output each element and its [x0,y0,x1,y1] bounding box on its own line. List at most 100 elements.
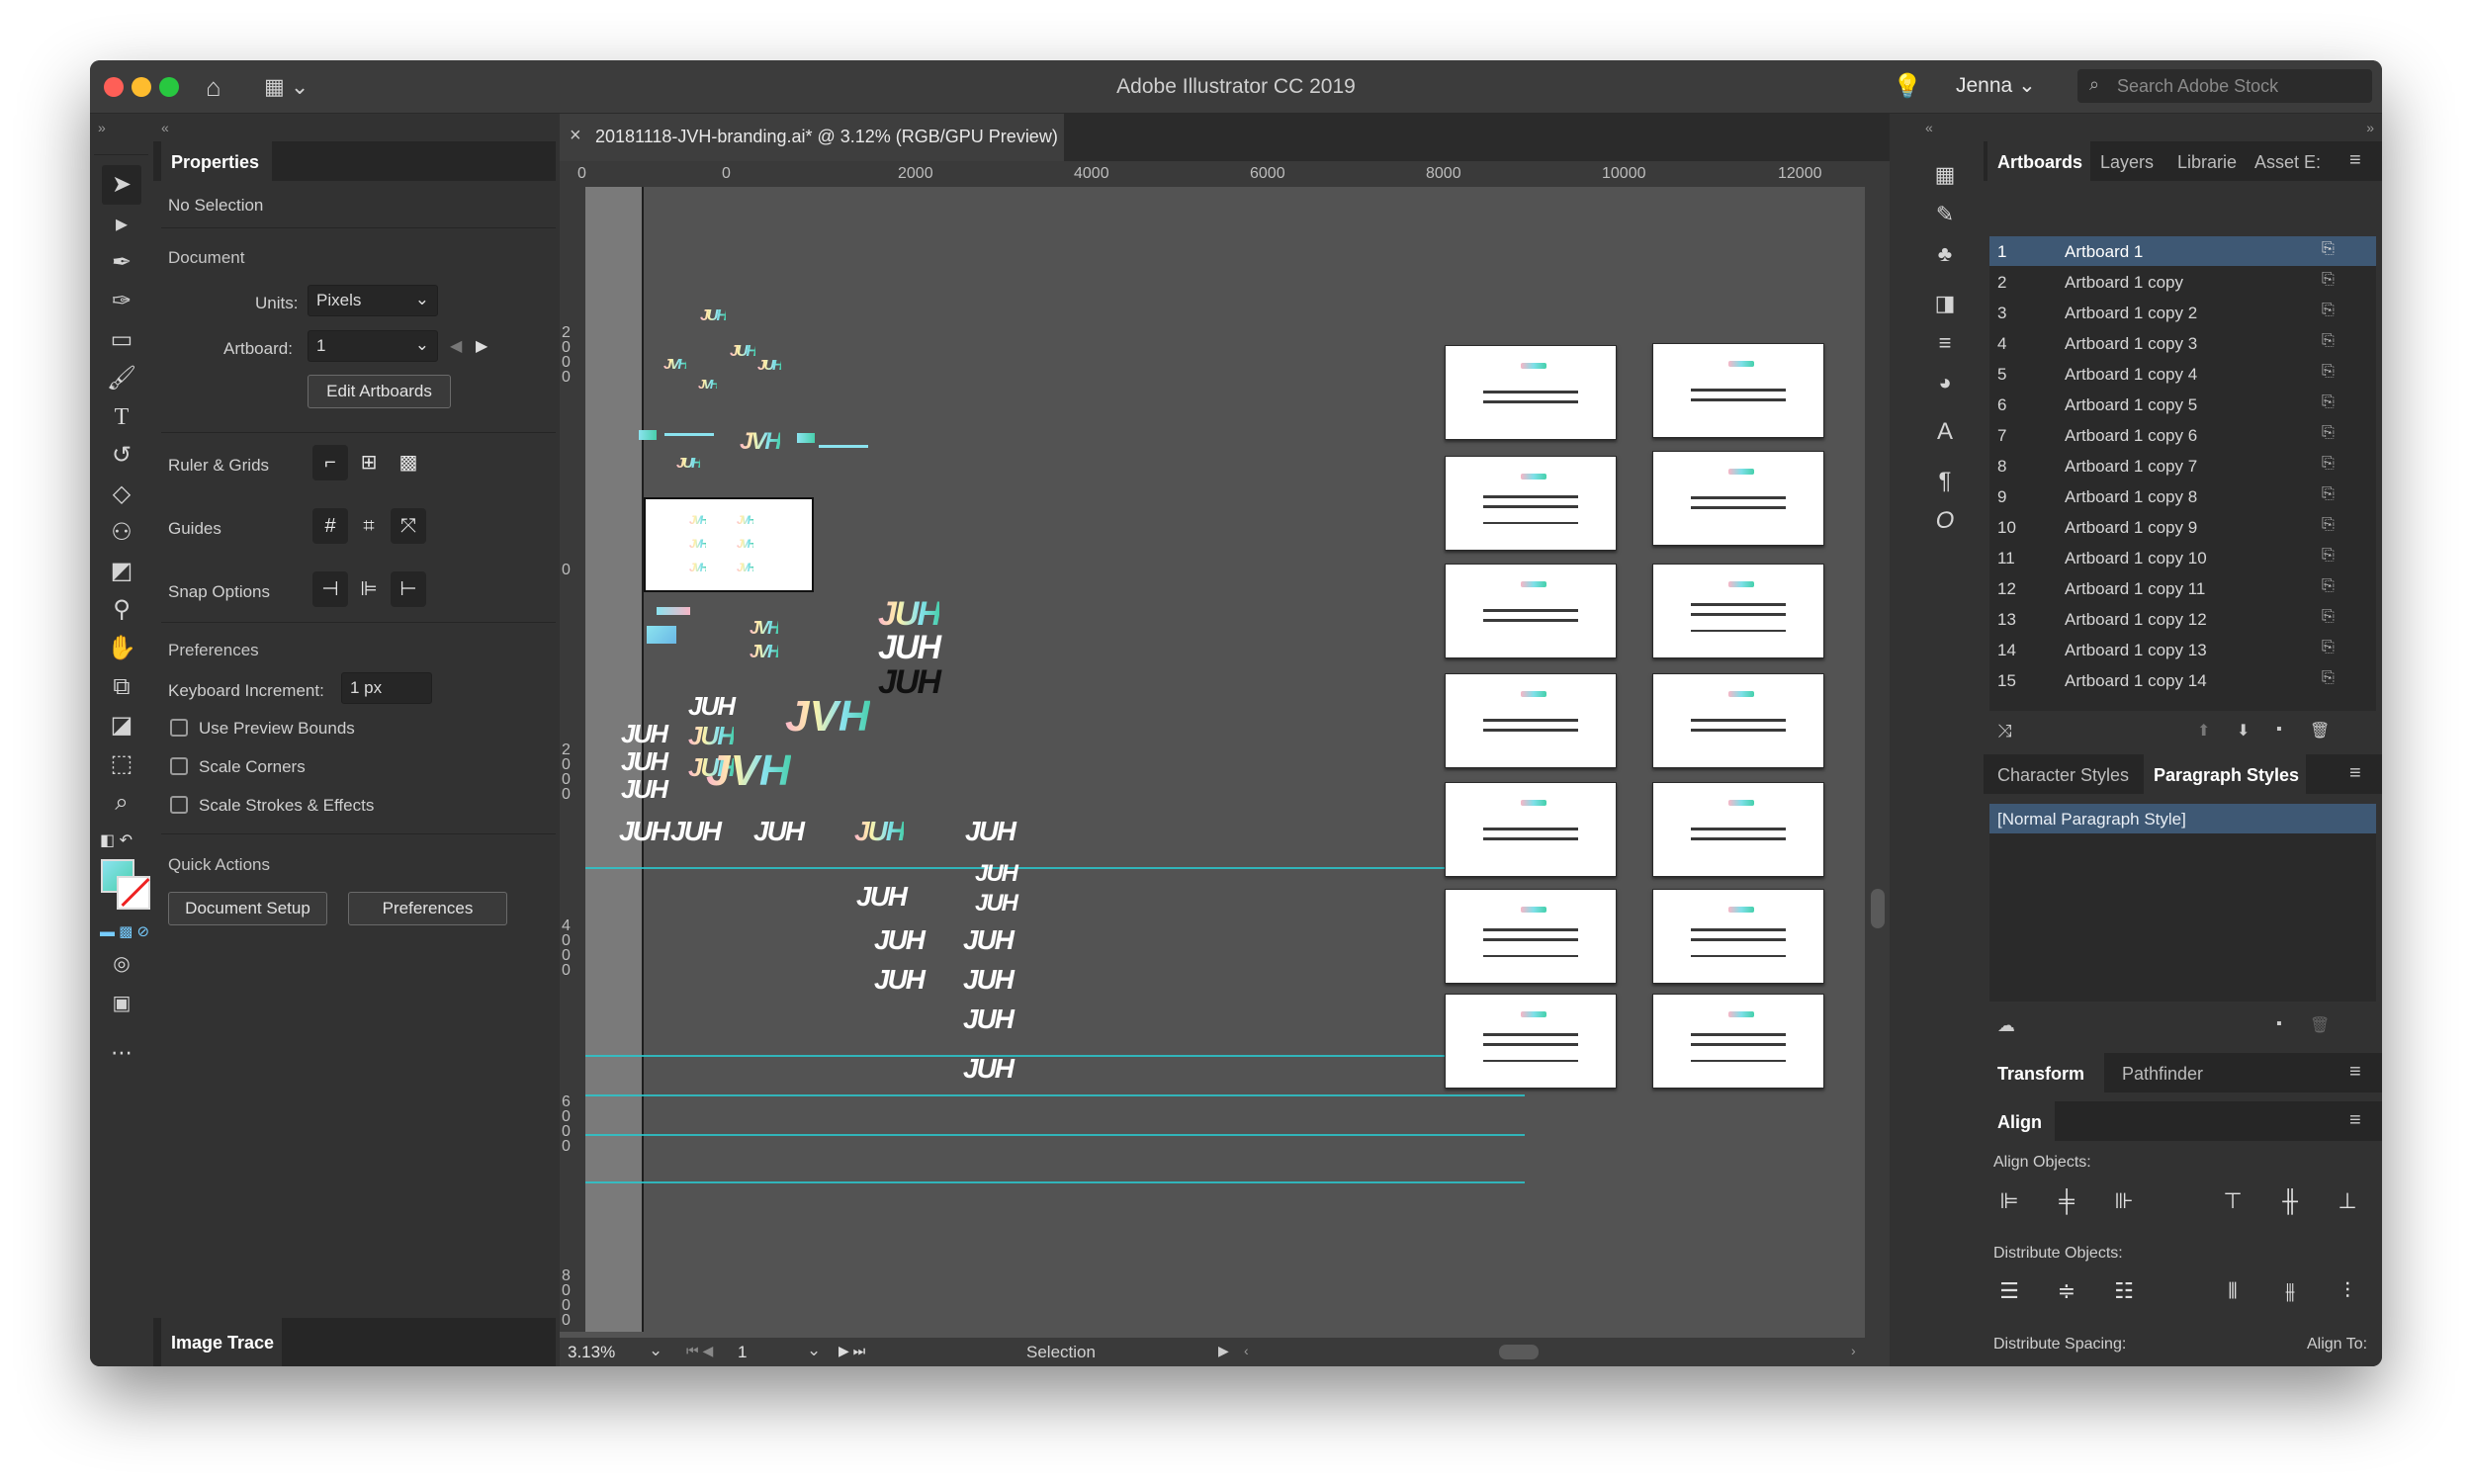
vertical-scrollbar[interactable] [1865,161,1890,1338]
artboard-row[interactable]: 4 Artboard 1 copy 3 ⎘ [1989,328,2376,358]
tab-libraries[interactable]: Librarie [2177,152,2237,173]
panel-menu-icon[interactable]: ≡ [2349,149,2361,172]
wordmark-artwork[interactable]: JUH [963,1053,1015,1085]
artboard-1[interactable]: JVH JVH JVH JVH JVH JVH [644,497,814,592]
eyedropper-tool-icon[interactable]: ⚲ [102,590,141,630]
wordmark-artwork[interactable]: JUH [975,890,1018,917]
wordmark-artwork[interactable]: JUH [688,691,736,722]
artboard-thumbnail[interactable] [1652,564,1824,658]
rectangle-tool-icon[interactable]: ▭ [102,320,141,360]
artboard-row[interactable]: 3 Artboard 1 copy 2 ⎘ [1989,298,2376,327]
guide-line[interactable] [585,1181,1525,1183]
chevron-down-icon[interactable]: ⌄ [649,1341,662,1360]
wordmark-artwork[interactable]: JUH [963,1004,1015,1035]
artboard-thumbnail[interactable] [1652,451,1824,546]
artboard-row[interactable]: 1 Artboard 1 ⎘ [1989,236,2376,266]
cloud-icon[interactable]: ☁ [1997,1015,2015,1036]
show-guides-icon[interactable]: # [312,508,348,544]
first-artboard-icon[interactable]: ⏮ ◀ [686,1343,713,1359]
tab-align[interactable]: Align [1997,1112,2042,1133]
artboard-thumbnail[interactable] [1445,456,1617,551]
artboard-row[interactable]: 12 Artboard 1 copy 11 ⎘ [1989,573,2376,603]
wordmark-artwork[interactable]: JVH [750,618,780,639]
color-guide-icon[interactable]: ▦ [1925,155,1965,195]
keyboard-increment-input[interactable]: 1 px [341,672,432,704]
tab-image-trace[interactable]: Image Trace [161,1318,282,1366]
wordmark-artwork[interactable]: JVH [663,356,688,373]
wordmark-artwork[interactable]: JUH [965,816,1016,847]
new-style-icon[interactable]: ▪ [2276,1015,2282,1033]
more-tools-icon[interactable]: ⋯ [102,1033,141,1073]
lasso-tool-icon[interactable]: ⚇ [102,513,141,553]
artboard-options-icon[interactable]: ⎘ [2322,608,2335,626]
paintbrush-tool-icon[interactable]: 🖌 [102,359,141,398]
wordmark-artwork[interactable]: JUH [874,964,926,996]
artboard-thumbnail[interactable] [1652,889,1824,984]
distribute-vertical-center-icon[interactable]: ≑ [2049,1275,2084,1307]
wordmark-artwork[interactable]: JUH [700,307,728,325]
artboard-thumbnail[interactable] [1445,564,1617,658]
gradient-tool-icon[interactable]: ◩ [102,552,141,591]
artboard-row[interactable]: 2 Artboard 1 copy ⎘ [1989,267,2376,297]
next-artboard-icon[interactable]: ▶ [476,336,487,356]
character-panel-icon[interactable]: A [1925,412,1965,452]
artboard-options-icon[interactable]: ⎘ [2322,577,2335,595]
wordmark-artwork[interactable]: JUH [621,746,668,777]
artboard-thumbnail[interactable] [1652,782,1824,877]
lightbulb-icon[interactable]: 💡 [1893,72,1922,101]
tab-artboards[interactable]: Artboards [1997,152,2082,173]
artboard-thumbnail[interactable] [1445,345,1617,440]
artboard-row[interactable]: 10 Artboard 1 copy 9 ⎘ [1989,512,2376,542]
grid-icon[interactable]: ⊞ [351,445,387,480]
delete-artboard-icon[interactable]: 🗑 [2310,721,2330,741]
selection-tool-icon[interactable]: ➤ [102,165,141,205]
artboard-thumbnail[interactable] [1652,343,1824,438]
align-top-icon[interactable]: ⊤ [2215,1185,2251,1217]
artboard-tool-icon[interactable]: ◪ [102,706,141,745]
artboard-options-icon[interactable]: ⎘ [2322,332,2335,350]
paragraph-style-row[interactable]: [Normal Paragraph Style] [1989,804,2376,833]
align-vertical-center-icon[interactable]: ╫ [2272,1185,2308,1217]
document-setup-button[interactable]: Document Setup [168,892,327,925]
artboard-row[interactable]: 13 Artboard 1 copy 12 ⎘ [1989,604,2376,634]
artboard-row[interactable]: 6 Artboard 1 copy 5 ⎘ [1989,390,2376,419]
wordmark-artwork[interactable]: JUH [874,924,926,956]
delete-style-icon[interactable]: 🗑 [2310,1015,2330,1035]
scroll-left-icon[interactable]: ‹ [1244,1343,1249,1358]
wordmark-artwork[interactable]: JVH [698,377,719,392]
units-select[interactable]: Pixels ⌄ [308,285,438,316]
horizontal-scroll-thumb[interactable] [1499,1345,1539,1359]
artboard-navigator[interactable]: 1 [738,1343,747,1362]
vertical-ruler[interactable]: 2000 0 2000 4000 6000 8000 [560,187,585,1332]
tab-pathfinder[interactable]: Pathfinder [2122,1064,2203,1085]
rotate-tool-icon[interactable]: ↺ [102,436,141,476]
stroke-color-swatch[interactable] [117,876,150,910]
wordmark-artwork[interactable]: JUH [856,881,908,913]
scale-corners-checkbox[interactable] [170,757,188,775]
wordmark-artwork[interactable]: JUH [619,816,670,847]
document-tab[interactable]: × 20181118-JVH-branding.ai* @ 3.12% (RGB… [560,114,1064,161]
artboard-row[interactable]: 14 Artboard 1 copy 13 ⎘ [1989,635,2376,664]
align-left-icon[interactable]: ⊫ [1991,1185,2027,1217]
wordmark-artwork[interactable]: JUH [878,663,941,702]
eraser-tool-icon[interactable]: ◇ [102,475,141,514]
zoom-level[interactable]: 3.13% [568,1343,615,1362]
default-colors-icon[interactable]: ◧ ↶ [100,830,132,850]
tab-transform[interactable]: Transform [1997,1064,2084,1085]
artboard-options-icon[interactable]: ⎘ [2322,455,2335,473]
tab-asset-export[interactable]: Asset E: [2254,152,2321,173]
artboard-thumbnail[interactable] [1445,889,1617,984]
align-right-icon[interactable]: ⊪ [2106,1185,2142,1217]
wordmark-artwork[interactable]: JUH [963,964,1015,996]
new-artboard-icon[interactable]: ▪ [2276,721,2282,739]
artboard-row[interactable]: 11 Artboard 1 copy 10 ⎘ [1989,543,2376,572]
artboard-row[interactable]: 7 Artboard 1 copy 6 ⎘ [1989,420,2376,450]
wordmark-artwork[interactable]: JUH [676,455,702,472]
wordmark-artwork[interactable]: JUH [878,629,941,667]
artboard-options-icon[interactable]: ⎘ [2322,516,2335,534]
previous-artboard-icon[interactable]: ◀ [450,336,462,356]
use-preview-bounds-checkbox[interactable] [170,719,188,737]
gradient-panel-icon[interactable]: ◨ [1925,284,1965,323]
shape-builder-tool-icon[interactable]: ⧉ [102,667,141,707]
distribute-top-icon[interactable]: ☰ [1991,1275,2027,1307]
